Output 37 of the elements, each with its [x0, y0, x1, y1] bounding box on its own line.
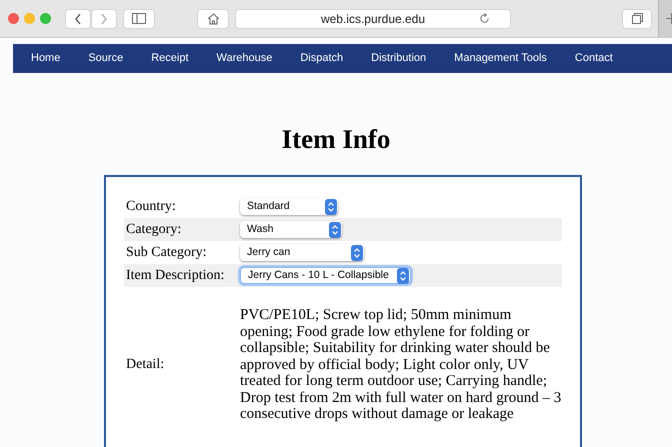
nav-link[interactable]: Home: [31, 50, 60, 67]
sidebar-icon: [132, 13, 146, 24]
back-button[interactable]: [65, 8, 91, 28]
field-label: Item Description:: [125, 267, 226, 285]
nav-link[interactable]: Distribution: [371, 50, 426, 67]
select-field[interactable]: Jerry can: [240, 244, 364, 261]
nav-link[interactable]: Dispatch: [300, 50, 344, 67]
stepper-icon: [397, 268, 409, 284]
home-button[interactable]: [197, 8, 229, 28]
reload-icon[interactable]: [479, 13, 490, 24]
stepper-icon: [325, 198, 337, 214]
page-title: Item Info: [280, 123, 392, 155]
select-field[interactable]: Standard: [240, 198, 338, 215]
nav-link[interactable]: Source: [88, 50, 124, 67]
tabs-icon: [632, 13, 642, 24]
detail-label: Detail:: [125, 356, 166, 374]
chevron-right-icon: [100, 12, 108, 24]
nav-link[interactable]: Contact: [574, 50, 613, 67]
select-field[interactable]: Jerry Cans - 10 L - Collapsible: [240, 267, 411, 284]
nav-link[interactable]: Warehouse: [216, 50, 272, 67]
home-icon: [206, 12, 220, 24]
field-label: Category:: [125, 221, 182, 239]
sidebar-button[interactable]: [123, 8, 155, 28]
nav-link[interactable]: Management Tools: [454, 50, 547, 67]
select-field[interactable]: Wash: [240, 221, 342, 238]
detail-text: PVC/PE10L; Screw top lid; 50mm minimum opening; Food grade low ethylene for folding or collapsible; Suitability for drinking water should be approved by official body; Light color only, UV treated for long term outdoor use; Carrying handle; Drop test from 2m with full water on hard ground – 3 consecutive drops without damage or leakage: [240, 307, 562, 422]
stepper-icon: [351, 244, 363, 260]
stepper-icon: [329, 222, 341, 238]
close-icon[interactable]: [8, 13, 19, 24]
field-label: Country:: [125, 198, 177, 216]
nav-link[interactable]: Receipt: [151, 50, 188, 67]
plus-icon: [666, 13, 672, 24]
address-bar[interactable]: web.ics.purdue.edu: [235, 8, 511, 28]
chevron-left-icon: [74, 12, 82, 24]
field-label: Sub Category:: [125, 244, 208, 262]
tabs-button[interactable]: [622, 8, 652, 28]
new-tab-button[interactable]: [658, 0, 672, 38]
